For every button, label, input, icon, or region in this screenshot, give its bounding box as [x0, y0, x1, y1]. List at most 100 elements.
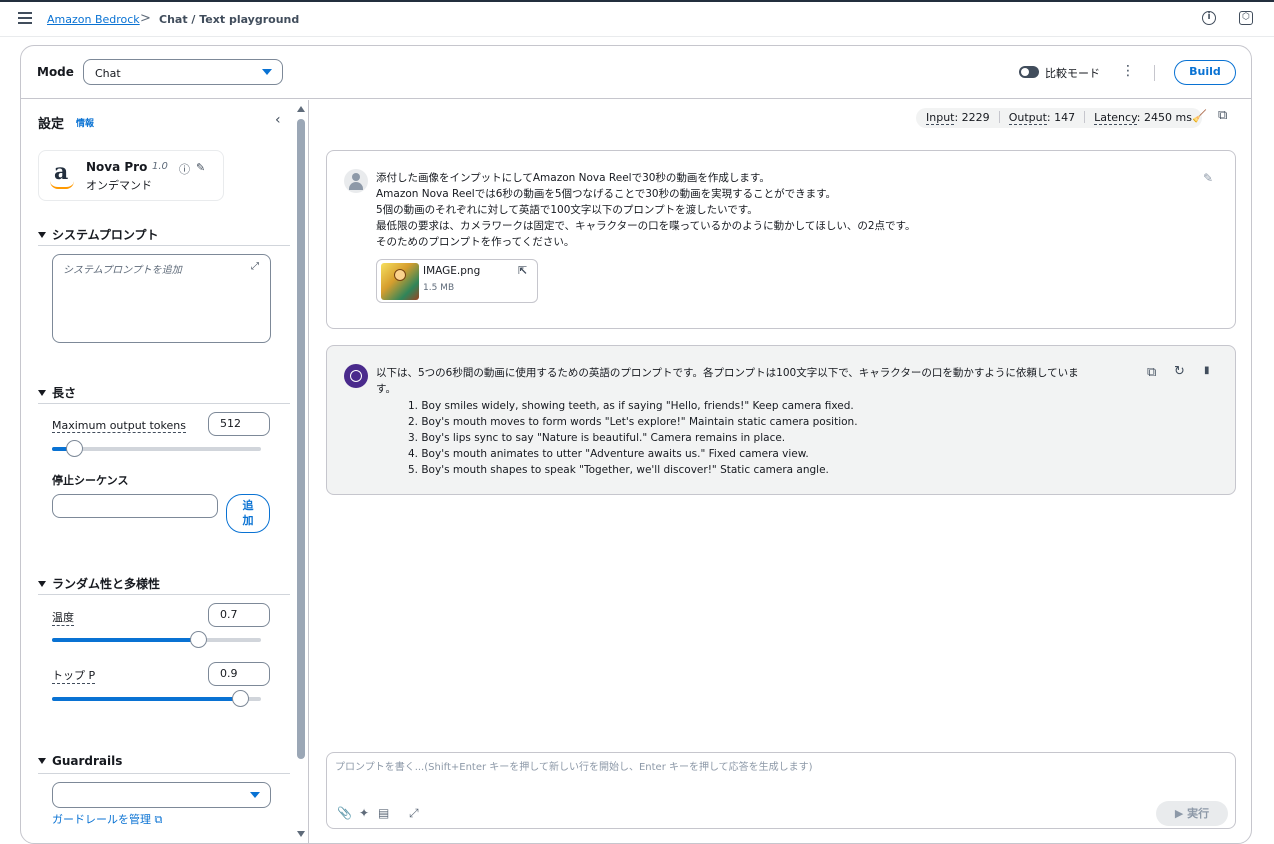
output-metric-label: Output	[1008, 111, 1047, 125]
length-heading: 長さ	[52, 386, 77, 400]
top-p-slider[interactable]	[52, 690, 261, 707]
add-stop-sequence-button[interactable]: 追加	[226, 494, 270, 533]
info-link[interactable]: 情報	[76, 116, 94, 129]
menu-icon[interactable]	[18, 12, 32, 24]
collapse-icon[interactable]: ‹	[275, 112, 281, 128]
temperature-input[interactable]: 0.7	[208, 603, 270, 627]
run-button[interactable]: ▶ 実行	[1156, 801, 1228, 826]
breadcrumb-amazon-bedrock[interactable]: Amazon Bedrock	[47, 13, 140, 26]
divider	[1154, 65, 1155, 81]
copy-response-icon[interactable]: ⧉	[1147, 365, 1156, 380]
slider-thumb[interactable]	[232, 690, 250, 707]
guardrails-header[interactable]: Guardrails	[38, 754, 290, 774]
expand-icon[interactable]: ⤢	[409, 806, 419, 821]
stop-sequence-label: 停止シーケンス	[52, 474, 129, 487]
open-attachment-icon[interactable]: ⇱	[518, 264, 527, 277]
manage-guardrails-link[interactable]: ガードレールを管理 ⧉	[52, 811, 162, 827]
user-line: Amazon Nova Reelでは6秒の動画を5個つなげることで30秒の動画を…	[376, 188, 837, 200]
amazon-logo-icon: a	[47, 159, 79, 191]
clear-chat-icon[interactable]: 🧹	[1192, 109, 1207, 123]
list-item: 1. Boy smiles widely, showing teeth, as …	[408, 400, 854, 412]
slider-thumb[interactable]	[65, 440, 83, 457]
randomness-header[interactable]: ランダム性と多様性	[38, 575, 290, 595]
assistant-intro-line: 以下は、5つの6秒間の動画に使用するための英語のプロンプトです。各プロンプトは1…	[376, 367, 1079, 379]
scroll-down-icon[interactable]	[297, 831, 305, 837]
scrollbar-thumb[interactable]	[297, 119, 305, 759]
model-version: 1.0	[152, 161, 168, 172]
system-prompt-header[interactable]: システムプロンプト	[38, 226, 290, 246]
input-metric-value: : 2229	[954, 111, 990, 124]
randomness-heading: ランダム性と多様性	[52, 577, 161, 591]
metrics-bar: Input: 2229 Output: 147 Latency: 2450 ms	[916, 108, 1202, 128]
caret-down-icon	[38, 232, 46, 238]
slider-fill	[52, 638, 199, 642]
slider-thumb[interactable]	[190, 631, 208, 648]
retry-icon[interactable]: ↻	[1174, 364, 1185, 379]
temperature-label: 温度	[52, 611, 74, 626]
settings-icon[interactable]: ⬡	[1239, 11, 1253, 25]
mode-select[interactable]: Chat	[83, 59, 283, 85]
settings-title: 設定	[38, 117, 65, 132]
chat-area: Input: 2229 Output: 147 Latency: 2450 ms 🧹…	[310, 100, 1251, 843]
top-p-input[interactable]: 0.9	[208, 662, 270, 686]
caret-down-icon	[38, 758, 46, 764]
document-icon[interactable]: ▤	[378, 806, 389, 820]
add-button-label-1: 追	[242, 499, 254, 512]
image-attachment[interactable]: IMAGE.png 1.5 MB ⇱	[376, 259, 538, 303]
list-item: 5. Boy's mouth shapes to speak "Together…	[408, 464, 829, 476]
breadcrumb-current: Chat / Text playground	[159, 13, 300, 26]
compare-mode-toggle[interactable]	[1019, 66, 1039, 78]
temperature-slider[interactable]	[52, 631, 261, 648]
prompt-input[interactable]: プロンプトを書く...(Shift+Enter キーを押して新しい行を開始し、E…	[326, 752, 1236, 829]
metrics-icon[interactable]: ▮	[1204, 365, 1210, 376]
build-button[interactable]: Build	[1174, 60, 1236, 85]
output-metric-value: : 147	[1046, 111, 1076, 124]
stop-sequence-input[interactable]	[52, 494, 218, 518]
playground-panel: Mode Chat 比較モード ⋮ Build 設定 情報 ‹ a Nova P…	[20, 45, 1252, 844]
list-item: 2. Boy's mouth moves to form words "Let'…	[408, 416, 858, 428]
add-button-label-2: 加	[242, 514, 254, 527]
latency-metric-label: Latency	[1094, 111, 1137, 125]
latency-metric-value: : 2450 ms	[1136, 111, 1192, 124]
max-tokens-input[interactable]: 512	[208, 412, 270, 436]
caret-down-icon	[250, 792, 260, 798]
user-message: 添付した画像をインプットにしてAmazon Nova Reelで30秒の動画を作…	[326, 150, 1236, 329]
manage-guardrails-label: ガードレールを管理	[52, 813, 151, 826]
mode-bar: Mode Chat 比較モード ⋮ Build	[21, 46, 1251, 99]
sidebar-scrollbar[interactable]	[297, 107, 305, 841]
guardrails-select[interactable]	[52, 782, 271, 808]
max-tokens-slider[interactable]	[52, 440, 261, 457]
expand-icon[interactable]: ⤢	[251, 261, 259, 272]
edit-message-icon[interactable]: ✎	[1203, 171, 1213, 185]
model-throughput: オンデマンド	[86, 179, 152, 192]
attachment-size: 1.5 MB	[423, 283, 455, 293]
more-options-icon[interactable]: ⋮	[1121, 64, 1135, 78]
top-p-label: トップ P	[52, 669, 96, 684]
top-navigation-bar: Amazon Bedrock > Chat / Text playground …	[0, 0, 1274, 37]
user-line: 5個の動画のそれぞれに対して英語で100文字以下のプロンプトを渡したいです。	[376, 204, 758, 216]
list-item: 4. Boy's mouth animates to utter "Advent…	[408, 448, 809, 460]
system-prompt-textarea[interactable]: システムプロンプトを追加 ⤢	[52, 254, 271, 343]
attach-icon[interactable]: 📎	[337, 806, 352, 820]
assistant-avatar-icon	[344, 364, 368, 388]
caret-down-icon	[262, 69, 272, 75]
mode-label: Mode	[37, 65, 74, 79]
external-link-icon: ⧉	[154, 813, 163, 826]
model-card[interactable]: a Nova Pro 1.0 ⓘ ✎ オンデマンド	[38, 150, 224, 201]
prompt-list: 1. Boy smiles widely, showing teeth, as …	[376, 398, 1136, 478]
model-name: Nova Pro	[86, 160, 148, 174]
copy-chat-icon[interactable]: ⧉	[1218, 108, 1227, 123]
assistant-intro: 以下は、5つの6秒間の動画に使用するための英語のプロンプトです。各プロンプトは1…	[376, 365, 1146, 397]
magic-wand-icon[interactable]: ✦	[359, 806, 369, 820]
guardrails-heading: Guardrails	[52, 754, 123, 768]
caret-down-icon	[38, 390, 46, 396]
info-icon[interactable]: i	[1202, 11, 1216, 25]
attachment-thumbnail	[381, 263, 419, 300]
attachment-name: IMAGE.png	[423, 265, 481, 277]
user-message-text: 添付した画像をインプットにしてAmazon Nova Reelで30秒の動画を作…	[376, 170, 1146, 250]
system-prompt-heading: システムプロンプト	[52, 228, 159, 242]
length-header[interactable]: 長さ	[38, 384, 290, 404]
model-edit-icon[interactable]: ✎	[196, 161, 205, 174]
model-info-icon[interactable]: ⓘ	[179, 161, 190, 177]
user-line: 最低限の要求は、カメラワークは固定で、キャラクターの口を喋っているかのように動か…	[376, 220, 916, 232]
